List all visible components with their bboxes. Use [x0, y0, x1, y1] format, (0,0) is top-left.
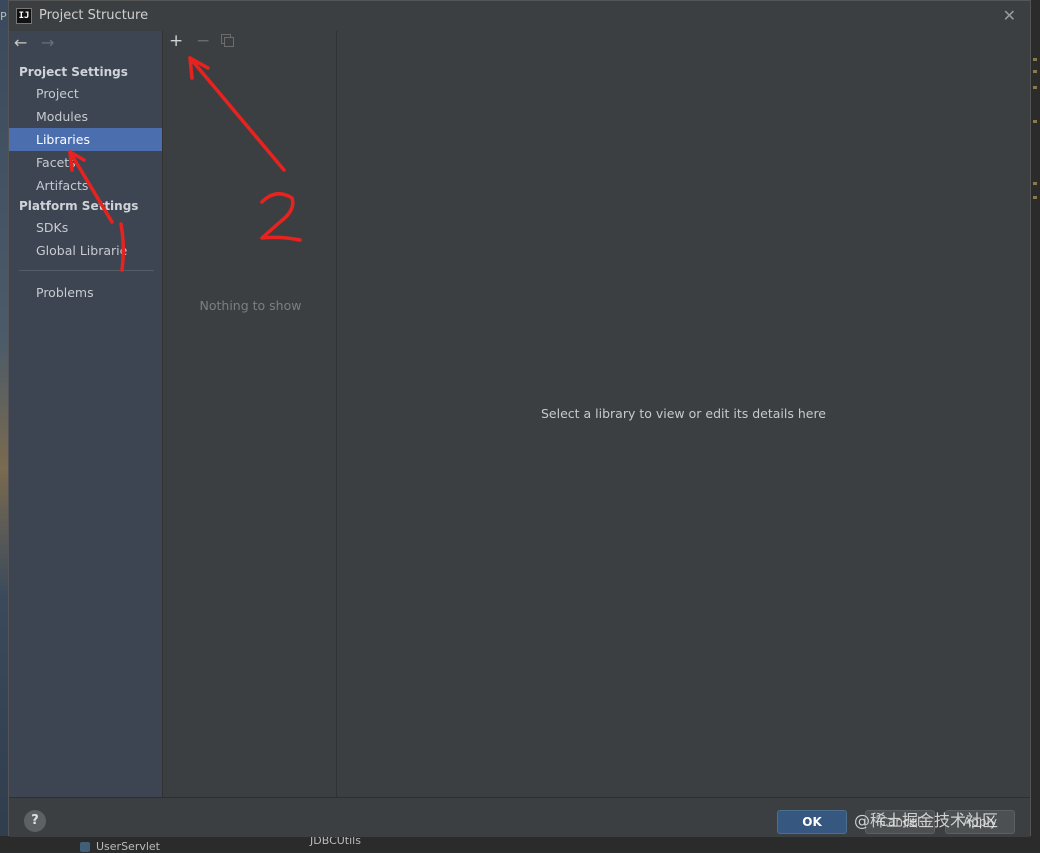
sidebar-item-artifacts[interactable]: Artifacts [9, 174, 162, 197]
details-panel: Select a library to view or edit its det… [337, 31, 1030, 797]
ok-button[interactable]: OK [777, 810, 847, 834]
sidebar-item-modules[interactable]: Modules [9, 105, 162, 128]
add-icon[interactable]: + [169, 31, 183, 51]
sidebar-item-sdks[interactable]: SDKs [9, 216, 162, 239]
sidebar-item-project[interactable]: Project [9, 82, 162, 105]
project-structure-dialog: IJ Project Structure ✕ ← → Project Setti… [8, 0, 1031, 837]
section-title-platform-settings: Platform Settings [19, 199, 139, 213]
back-arrow-icon[interactable]: ← [14, 33, 27, 52]
help-icon[interactable]: ? [24, 810, 46, 832]
background-ide-left-label: P [0, 10, 7, 23]
copy-icon[interactable] [221, 34, 234, 47]
window-title: Project Structure [39, 8, 149, 23]
close-icon[interactable]: ✕ [1003, 6, 1016, 25]
sidebar-item-global-libraries[interactable]: Global Librarie [9, 239, 162, 262]
background-ide-left [0, 0, 8, 852]
intellij-icon: IJ [16, 8, 32, 24]
details-placeholder: Select a library to view or edit its det… [540, 406, 827, 421]
java-file-icon [80, 842, 90, 852]
sidebar: ← → Project Settings Project Modules Lib… [9, 31, 162, 797]
sidebar-item-facets[interactable]: Facets [9, 151, 162, 174]
forward-arrow-icon[interactable]: → [41, 33, 54, 52]
watermark: @稀土掘金技术社区 [854, 811, 999, 830]
title-bar: IJ Project Structure ✕ [9, 1, 1030, 31]
sidebar-item-problems[interactable]: Problems [9, 281, 162, 304]
button-bar: ? OK Cancel Apply @稀土掘金技术社区 [9, 797, 1030, 837]
remove-icon[interactable]: − [196, 31, 210, 51]
background-file-userservlet: UserServlet [80, 840, 160, 853]
library-list-panel: + − Nothing to show [162, 31, 337, 797]
sidebar-divider [19, 270, 154, 271]
background-ide-right [1031, 0, 1040, 852]
empty-list-text: Nothing to show [199, 298, 302, 313]
section-title-project-settings: Project Settings [19, 65, 128, 79]
background-ide-bottom: UserServlet JDBCUtils [0, 834, 1040, 853]
navigation-row: ← → [9, 31, 162, 57]
sidebar-item-libraries[interactable]: Libraries [9, 128, 162, 151]
